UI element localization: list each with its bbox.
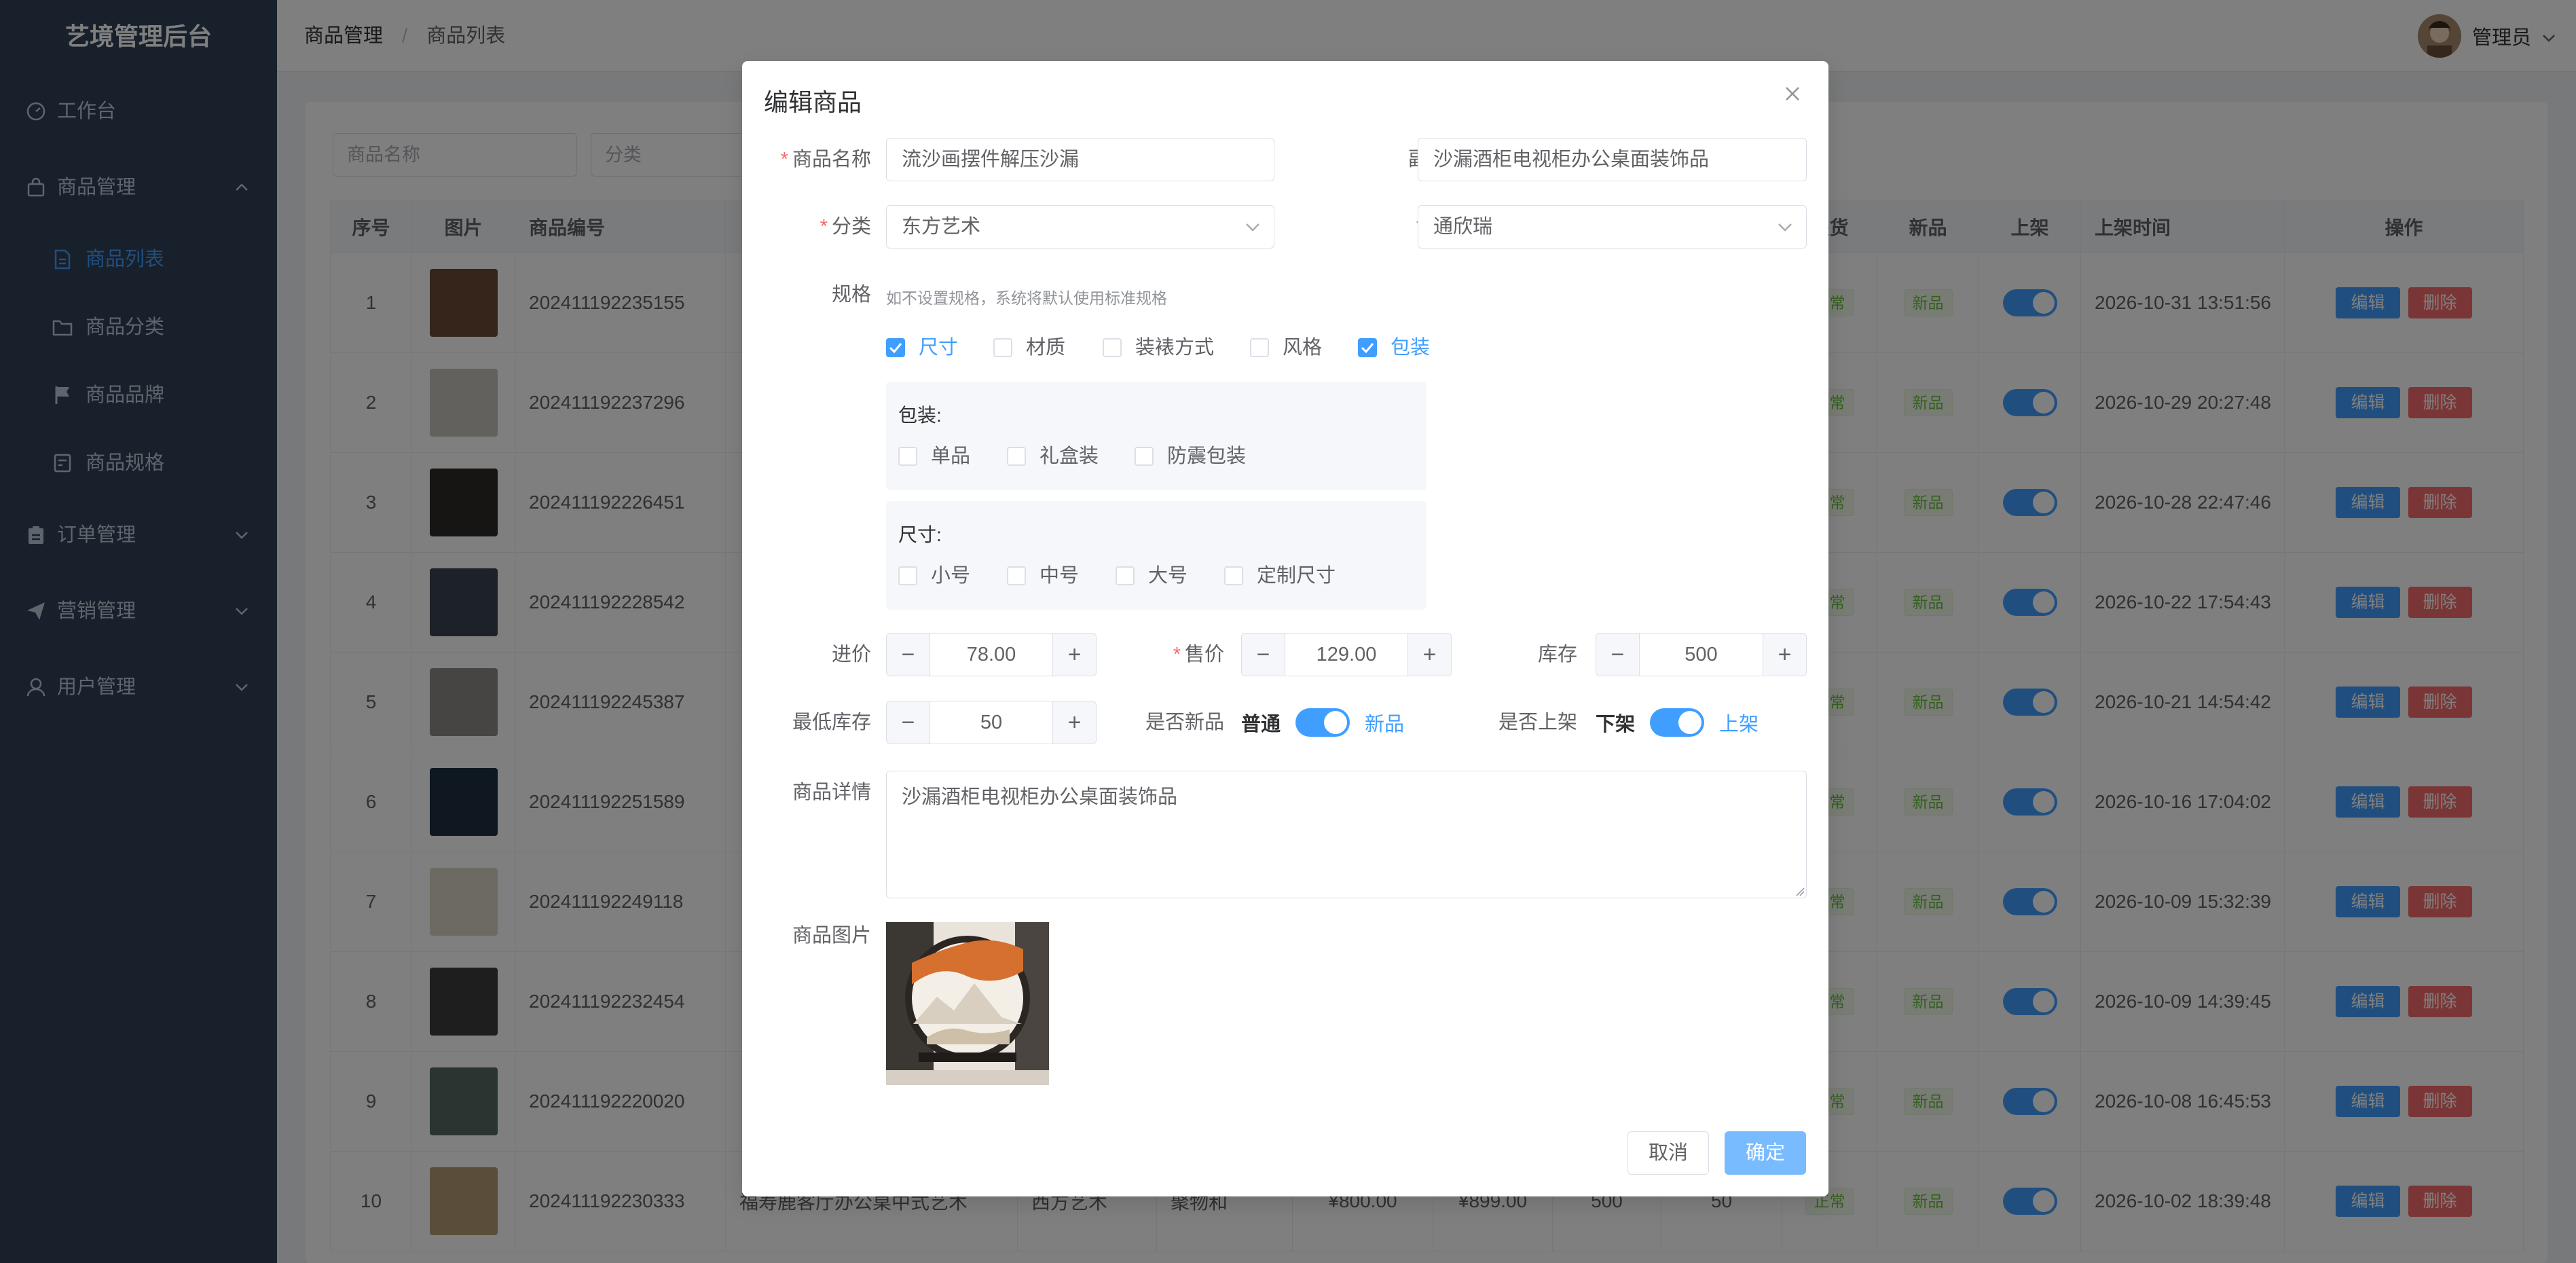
spec-group-title: 尺寸:	[898, 524, 942, 545]
minus-icon[interactable]: −	[1596, 634, 1640, 676]
checkbox-label: 风格	[1283, 337, 1323, 359]
checkbox-label: 包装	[1391, 337, 1431, 359]
min-stock-stepper[interactable]: − 50 +	[886, 701, 1097, 744]
checkbox-checked-icon[interactable]	[1358, 338, 1377, 357]
is-new-switch-group: 普通 新品	[1241, 701, 1404, 744]
min-stock-value[interactable]: 50	[930, 701, 1052, 744]
chevron-down-icon	[1778, 206, 1792, 248]
minus-icon[interactable]: −	[887, 701, 930, 744]
checkbox-label: 装裱方式	[1135, 337, 1215, 359]
checkbox-icon[interactable]	[1007, 447, 1026, 466]
close-icon[interactable]	[1784, 80, 1801, 107]
price-stepper[interactable]: − 129.00 +	[1241, 633, 1452, 676]
product-name-label: * 商品名称	[780, 149, 871, 170]
is-new-on-text: 新品	[1365, 714, 1405, 735]
product-image[interactable]	[886, 922, 1049, 1085]
spec-option-checkbox[interactable]: 装裱方式	[1103, 334, 1214, 361]
size-option-checkbox[interactable]: 定制尺寸	[1224, 562, 1336, 589]
checkbox-icon[interactable]	[1135, 447, 1154, 466]
plus-icon[interactable]: +	[1407, 634, 1451, 676]
checkbox-label: 小号	[931, 565, 971, 587]
category-select[interactable]: 东方艺术	[886, 205, 1274, 249]
minus-icon[interactable]: −	[887, 634, 930, 676]
checkbox-icon[interactable]	[1103, 338, 1122, 357]
checkbox-label: 材质	[1026, 337, 1066, 359]
spec-group-title: 包装:	[898, 405, 942, 426]
checkbox-checked-icon[interactable]	[886, 338, 905, 357]
cost-stepper[interactable]: − 78.00 +	[886, 633, 1097, 676]
is-new-label: 是否新品	[1145, 712, 1224, 733]
brand-select[interactable]: 通欣瑞	[1418, 205, 1807, 249]
checkbox-label: 中号	[1039, 565, 1080, 587]
category-select-value: 东方艺术	[902, 216, 981, 238]
price-value[interactable]: 129.00	[1285, 634, 1407, 676]
packaging-option-checkbox[interactable]: 防震包装	[1135, 443, 1246, 470]
minus-icon[interactable]: −	[1242, 634, 1285, 676]
plus-icon[interactable]: +	[1052, 634, 1096, 676]
cost-value[interactable]: 78.00	[930, 634, 1052, 676]
checkbox-label: 防震包装	[1167, 445, 1247, 467]
checkbox-icon[interactable]	[993, 338, 1012, 357]
spec-hint: 如不设置规格，系统将默认使用标准规格	[886, 289, 1167, 307]
plus-icon[interactable]: +	[1763, 634, 1806, 676]
spec-label: 规格	[831, 284, 871, 306]
size-option-checkbox[interactable]: 小号	[898, 562, 970, 589]
size-option-checkbox[interactable]: 中号	[1007, 562, 1079, 589]
cost-label: 进价	[831, 644, 871, 665]
checkbox-icon[interactable]	[898, 566, 917, 585]
checkbox-icon[interactable]	[1007, 566, 1026, 585]
on-shelf-switch[interactable]	[1650, 708, 1705, 737]
on-shelf-off-text: 下架	[1596, 714, 1636, 735]
subtitle-input[interactable]: 沙漏酒柜电视柜办公桌面装饰品	[1418, 138, 1807, 181]
checkbox-label: 定制尺寸	[1257, 565, 1336, 587]
packaging-option-checkbox[interactable]: 礼盒装	[1007, 443, 1099, 470]
brand-select-value: 通欣瑞	[1433, 216, 1493, 238]
packaging-option-checkbox[interactable]: 单品	[898, 443, 970, 470]
dialog-title: 编辑商品	[764, 88, 862, 116]
size-option-checkbox[interactable]: 大号	[1116, 562, 1188, 589]
min-stock-label: 最低库存	[792, 712, 871, 733]
checkbox-label: 大号	[1148, 565, 1188, 587]
checkbox-icon[interactable]	[1116, 566, 1135, 585]
on-shelf-switch-group: 下架 上架	[1596, 701, 1759, 744]
image-label: 商品图片	[792, 925, 871, 947]
cancel-button[interactable]: 取消	[1627, 1131, 1709, 1175]
stock-stepper[interactable]: − 500 +	[1596, 633, 1807, 676]
spec-group-size: 尺寸: 小号 中号 大号 定制尺寸	[886, 501, 1427, 610]
spec-group-packaging: 包装: 单品 礼盒装 防震包装	[886, 382, 1427, 490]
is-new-off-text: 普通	[1241, 714, 1281, 735]
edit-product-dialog: 编辑商品 *商品名称 流沙画摆件解压沙漏 副标题 沙漏酒柜电视柜办公桌面装饰品 …	[742, 61, 1828, 1196]
stock-label: 库存	[1537, 644, 1577, 665]
detail-label: 商品详情	[792, 782, 871, 803]
product-name-input[interactable]: 流沙画摆件解压沙漏	[886, 138, 1274, 181]
detail-textarea[interactable]: 沙漏酒柜电视柜办公桌面装饰品	[886, 771, 1807, 898]
spec-option-checkbox[interactable]: 包装	[1358, 334, 1430, 361]
plus-icon[interactable]: +	[1052, 701, 1096, 744]
on-shelf-on-text: 上架	[1719, 714, 1759, 735]
checkbox-label: 礼盒装	[1039, 445, 1099, 467]
spec-option-checkbox[interactable]: 尺寸	[886, 334, 958, 361]
on-shelf-label: 是否上架	[1498, 712, 1577, 733]
stock-value[interactable]: 500	[1640, 634, 1763, 676]
spec-option-checkbox[interactable]: 风格	[1250, 334, 1322, 361]
confirm-button[interactable]: 确定	[1725, 1131, 1806, 1175]
checkbox-icon[interactable]	[1250, 338, 1269, 357]
resize-handle-icon[interactable]	[1795, 887, 1805, 896]
checkbox-label: 尺寸	[919, 337, 959, 359]
checkbox-label: 单品	[931, 445, 971, 467]
checkbox-icon[interactable]	[1224, 566, 1243, 585]
is-new-switch[interactable]	[1295, 708, 1350, 737]
checkbox-icon[interactable]	[898, 447, 917, 466]
spec-option-checkbox[interactable]: 材质	[993, 334, 1065, 361]
chevron-down-icon	[1245, 206, 1260, 248]
category-label: * 分类	[820, 216, 871, 238]
price-label: * 售价	[1173, 644, 1224, 665]
